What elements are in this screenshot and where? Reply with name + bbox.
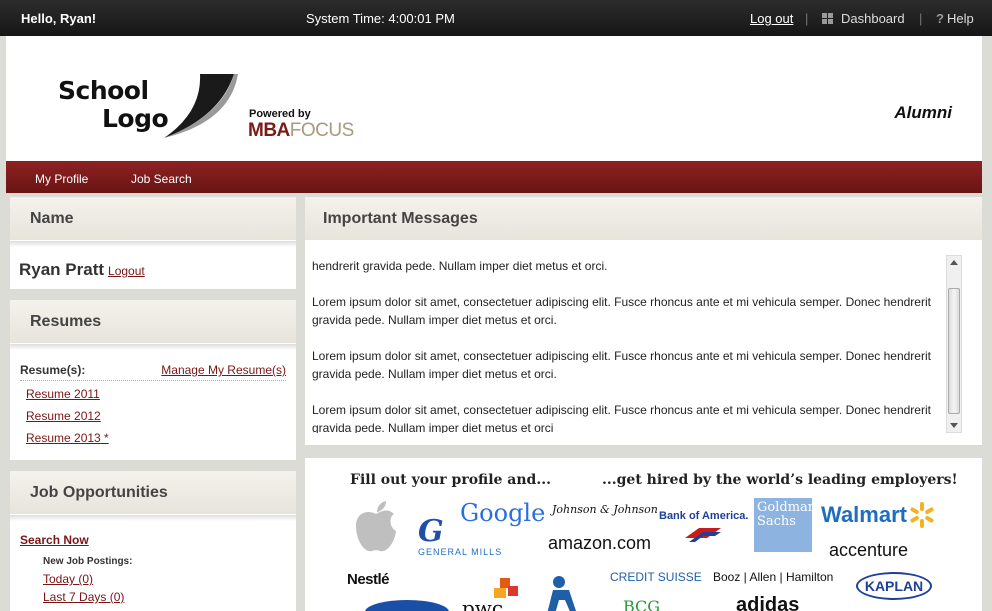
panel-title: Job Opportunities — [30, 484, 168, 501]
message-paragraph: Lorem ipsum dolor sit amet, consectetuer… — [312, 349, 931, 381]
dashboard-icon — [822, 12, 834, 25]
samsung-logo — [365, 600, 449, 611]
messages-panel: Important Messages hendrerit gravida ped… — [305, 197, 982, 445]
main-nav: My Profile Job Search — [6, 161, 982, 193]
general-mills-logo: GENERAL MILLS — [418, 547, 503, 557]
divider: | — [805, 11, 809, 26]
search-now-link[interactable]: Search Now — [20, 533, 89, 547]
panel-title: Resumes — [30, 313, 102, 330]
greeting: Hello, Ryan! — [21, 11, 97, 26]
jnj-logo: Johnson & Johnson — [552, 503, 658, 516]
help-label: Help — [946, 11, 974, 26]
employer-banner[interactable]: Fill out your profile and... ...get hire… — [305, 458, 982, 611]
postings-list: Today (0) Last 7 Days (0) — [43, 572, 124, 608]
dashboard-label: Dashboard — [841, 11, 905, 26]
general-mills-g-icon: G — [418, 514, 444, 549]
resume-link[interactable]: Resume 2012 — [26, 408, 109, 430]
bull-logo-icon — [547, 576, 576, 611]
adidas-logo: adidas — [736, 594, 800, 611]
bofa-flag-icon — [685, 526, 721, 542]
postings-week-link[interactable]: Last 7 Days (0) — [43, 590, 124, 608]
swoosh-icon — [164, 74, 238, 138]
pwc-logo: pwc — [462, 596, 504, 611]
panel-logout-link[interactable]: Logout — [108, 264, 145, 278]
dashboard-link[interactable]: Dashboard — [822, 11, 905, 26]
help-icon: ? — [936, 11, 944, 26]
nav-job-search[interactable]: Job Search — [131, 172, 192, 186]
resume-link[interactable]: Resume 2013 * — [26, 430, 109, 452]
panel-title: Important Messages — [323, 210, 478, 227]
scroll-thumb[interactable] — [948, 288, 960, 414]
header: School Logo Powered by MBAFOCUS Alumni — [6, 36, 982, 161]
scroll-up-icon[interactable] — [950, 260, 958, 265]
kaplan-logo: KAPLAN — [856, 572, 932, 600]
credit-suisse-logo: CREDIT SUISSE — [610, 570, 702, 584]
bcg-logo: BCG — [623, 597, 661, 611]
resume-link[interactable]: Resume 2011 — [26, 386, 109, 408]
nav-my-profile[interactable]: My Profile — [35, 172, 88, 186]
logout-link[interactable]: Log out — [750, 11, 793, 26]
nestle-logo: Nestlé — [347, 571, 390, 588]
system-time: System Time: 4:00:01 PM — [306, 11, 455, 26]
jobs-panel: Job Opportunities Search Now New Job Pos… — [10, 471, 296, 611]
powered-by: Powered by — [249, 108, 311, 120]
amazon-logo: amazon.com — [548, 533, 652, 553]
top-bar: Hello, Ryan! System Time: 4:00:01 PM Log… — [0, 0, 992, 36]
scroll-down-icon[interactable] — [950, 423, 958, 428]
messages-content[interactable]: hendrerit gravida pede. Nullam imper die… — [312, 257, 943, 433]
messages-scrollbar[interactable] — [946, 255, 962, 433]
bofa-logo: Bank of America. — [659, 510, 749, 522]
walmart-logo: Walmart — [821, 502, 907, 527]
message-paragraph: Lorem ipsum dolor sit amet, consectetuer… — [312, 403, 931, 433]
booz-allen-logo: Booz | Allen | Hamilton — [713, 570, 834, 584]
walmart-spark-icon — [910, 502, 934, 528]
apple-logo-icon — [355, 501, 396, 552]
banner-left-text: Fill out your profile and... — [350, 472, 551, 488]
divider — [20, 380, 286, 381]
resumes-label: Resume(s): — [20, 363, 86, 377]
school-logo[interactable]: School Logo — [58, 74, 238, 146]
message-paragraph: Lorem ipsum dolor sit amet, consectetuer… — [312, 295, 931, 327]
school-logo-line1: School — [58, 76, 149, 105]
manage-resumes-link[interactable]: Manage My Resume(s) — [161, 363, 286, 377]
accenture-logo: accenture — [829, 540, 909, 560]
divider: | — [919, 11, 923, 26]
mbafocus-logo: MBAFOCUS — [248, 120, 354, 141]
alumni-label: Alumni — [894, 103, 952, 122]
resume-list: Resume 2011 Resume 2012 Resume 2013 * — [26, 386, 109, 452]
postings-today-link[interactable]: Today (0) — [43, 572, 124, 590]
new-postings-label: New Job Postings: — [43, 556, 133, 567]
name-panel: Name Ryan Pratt Logout — [10, 197, 296, 289]
help-link[interactable]: ? Help — [936, 11, 974, 26]
google-logo: Google — [460, 499, 546, 527]
message-paragraph: hendrerit gravida pede. Nullam imper die… — [312, 259, 608, 273]
goldman-sachs-logo: Goldman Sachs — [754, 498, 816, 552]
resumes-panel: Resumes Resume(s): Manage My Resume(s) R… — [10, 300, 296, 460]
user-name: Ryan Pratt — [19, 260, 105, 279]
banner-right-text: ...get hired by the world’s leading empl… — [602, 472, 958, 488]
panel-title: Name — [30, 210, 74, 227]
